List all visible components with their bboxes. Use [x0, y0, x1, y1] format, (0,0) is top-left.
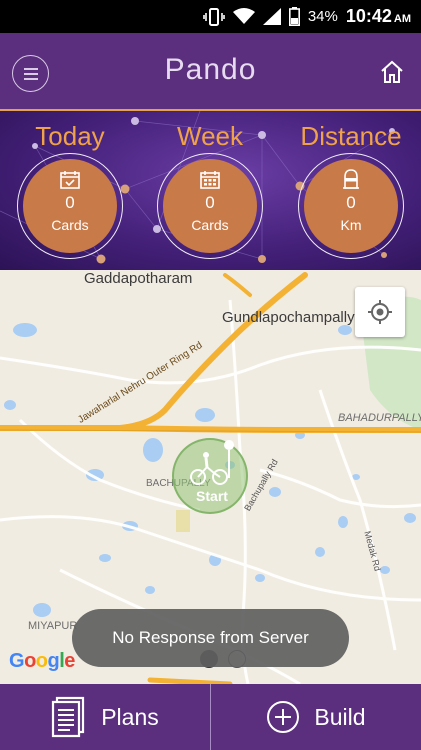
vibrate-icon [203, 7, 225, 26]
cyclist-icon [190, 440, 235, 485]
battery-icon [288, 7, 300, 26]
home-button[interactable] [379, 59, 405, 85]
battery-percent: 34% [307, 8, 338, 25]
stat-label: Distance [300, 121, 402, 151]
clock-time: 10:42 [345, 6, 392, 26]
stat-value: 0 [346, 193, 356, 212]
stat-unit: Km [340, 217, 362, 233]
bottom-bar: Plans Build [0, 684, 421, 750]
stat-label: Today [35, 121, 105, 151]
clock-ampm: AM [393, 13, 411, 25]
map-label-gundlapochampally: Gundlapochampally [222, 309, 355, 326]
signal-icon [262, 8, 281, 25]
map-label-gaddapotharam: Gaddapotharam [84, 270, 193, 287]
stat-unit: Cards [191, 217, 229, 233]
stat-week: Week 0 Cards [140, 119, 280, 259]
google-logo: Google [9, 650, 75, 672]
stat-value: 0 [205, 193, 215, 212]
wifi-icon [232, 8, 255, 25]
add-circle-icon [267, 701, 300, 733]
home-icon [381, 60, 403, 83]
app-screen: 34% 10:42 AM Pando Today 0 Cards Week 0 … [0, 0, 421, 750]
app-bar: Pando [0, 33, 421, 111]
stat-circle: 0 Km [298, 153, 404, 259]
milestone-icon [340, 169, 362, 189]
crosshair-icon [368, 300, 392, 324]
plans-label: Plans [101, 703, 159, 730]
my-location-button[interactable] [355, 287, 405, 337]
build-button[interactable]: Build [211, 684, 421, 750]
stat-unit: Cards [51, 217, 89, 233]
toast-message: No Response from Server [72, 609, 349, 667]
map-label-bahadurpally: BAHADURPALLY [338, 412, 421, 424]
status-bar: 34% 10:42 AM [0, 0, 421, 33]
start-marker[interactable]: Start [172, 438, 248, 514]
document-icon [52, 696, 85, 738]
stat-circle: 0 Cards [157, 153, 263, 259]
stat-label: Week [177, 121, 243, 151]
map-label-ring-road: Jawaharlal Nehru Outer Ring Rd [50, 340, 250, 435]
build-label: Build [314, 703, 366, 730]
stats-panel: Today 0 Cards Week 0 Cards Distance 0 Km [0, 111, 421, 270]
clock: 10:42 AM [346, 6, 411, 27]
calendar-grid-icon [199, 169, 221, 189]
stat-today: Today 0 Cards [0, 119, 140, 259]
app-title: Pando [164, 53, 257, 86]
start-label: Start [196, 488, 228, 504]
stat-circle: 0 Cards [17, 153, 123, 259]
stat-distance: Distance 0 Km [281, 119, 421, 259]
plans-button[interactable]: Plans [0, 684, 210, 750]
calendar-check-icon [59, 169, 81, 189]
stat-value: 0 [65, 193, 75, 212]
map-label-miyapur: MIYAPUR [28, 620, 78, 632]
